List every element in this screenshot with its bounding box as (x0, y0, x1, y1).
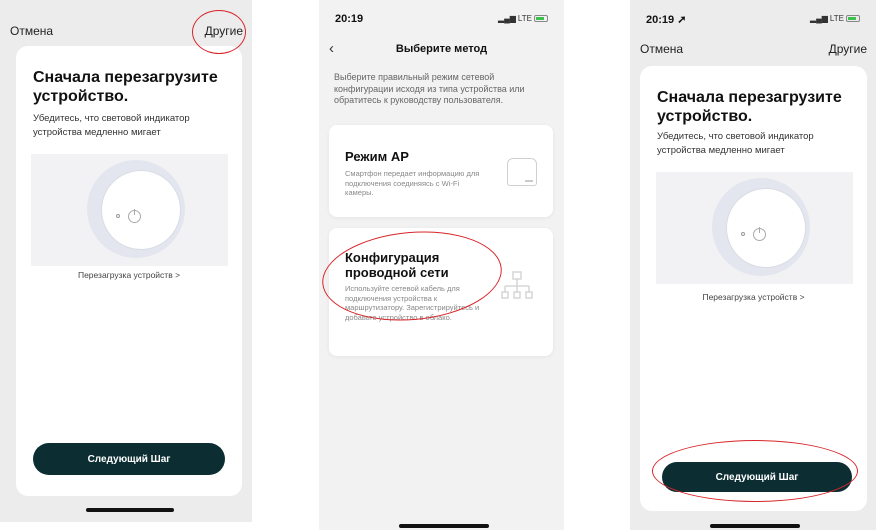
option-wired-desc: Используйте сетевой кабель для подключен… (345, 284, 480, 322)
option-wired-title: Конфигурация проводной сети (345, 250, 449, 280)
network-status: ▂▄▆ LTE (498, 14, 548, 23)
indicator-light-icon (116, 214, 120, 218)
status-time: 20:19 ➚ (646, 14, 687, 26)
battery-icon (846, 15, 860, 22)
page-title: Выберите метод (395, 43, 488, 55)
indicator-light-icon (741, 232, 745, 236)
network-type: LTE (829, 14, 844, 23)
cancel-button[interactable]: Отмена (640, 42, 683, 56)
network-status: ▂▄▆ LTE (810, 14, 860, 23)
router-icon (507, 158, 537, 186)
device-image (726, 188, 806, 268)
home-indicator (710, 524, 800, 528)
option-ap-desc: Смартфон передает информацию для подключ… (345, 169, 480, 197)
cancel-button[interactable]: Отмена (10, 24, 53, 38)
network-type: LTE (517, 14, 532, 23)
signal-icon: ▂▄▆ (809, 14, 828, 23)
screen-reset-device-2: 20:19 ➚ ▂▄▆ LTE Отмена Другие Сначала пе… (630, 0, 876, 530)
device-image (101, 170, 181, 250)
reset-devices-link[interactable]: Перезагрузка устройств > (16, 270, 242, 280)
battery-icon (534, 15, 548, 22)
card-title: Сначала перезагрузите устройство. (33, 69, 218, 105)
reset-card: Сначала перезагрузите устройство. Убедит… (640, 66, 867, 511)
screen-reset-device-1: Отмена Другие Сначала перезагрузите устр… (0, 0, 252, 522)
power-icon (753, 227, 766, 241)
home-indicator (86, 508, 174, 512)
status-time: 20:19 (335, 13, 364, 25)
network-topology-icon (501, 271, 533, 299)
next-step-button[interactable]: Следующий Шаг (33, 443, 225, 475)
reset-card: Сначала перезагрузите устройство. Убедит… (16, 46, 242, 496)
card-subtitle: Убедитесь, что световой индикатор устрой… (33, 113, 190, 138)
method-intro-text: Выберите правильный режим сетевой конфиг… (334, 72, 525, 105)
card-subtitle: Убедитесь, что световой индикатор устрой… (657, 131, 814, 156)
screen-select-method: 20:19 ▂▄▆ LTE ‹ Выберите метод Выберите … (319, 0, 564, 530)
card-title: Сначала перезагрузите устройство. (657, 89, 842, 125)
power-icon (128, 209, 141, 223)
others-button[interactable]: Другие (205, 24, 243, 38)
option-wired-config[interactable]: Конфигурация проводной сети Используйте … (329, 228, 553, 356)
device-illustration (656, 172, 853, 284)
option-ap-title: Режим AP (345, 149, 409, 164)
status-bar: 20:19 ▂▄▆ LTE (319, 10, 564, 26)
status-bar: 20:19 ➚ ▂▄▆ LTE (630, 10, 876, 26)
signal-icon: ▂▄▆ (497, 14, 516, 23)
option-ap-mode[interactable]: Режим AP Смартфон передает информацию дл… (329, 125, 553, 217)
home-indicator (399, 524, 489, 528)
device-illustration (31, 154, 228, 266)
reset-devices-link[interactable]: Перезагрузка устройств > (640, 292, 867, 302)
others-button[interactable]: Другие (829, 42, 867, 56)
next-step-button[interactable]: Следующий Шаг (662, 462, 852, 492)
